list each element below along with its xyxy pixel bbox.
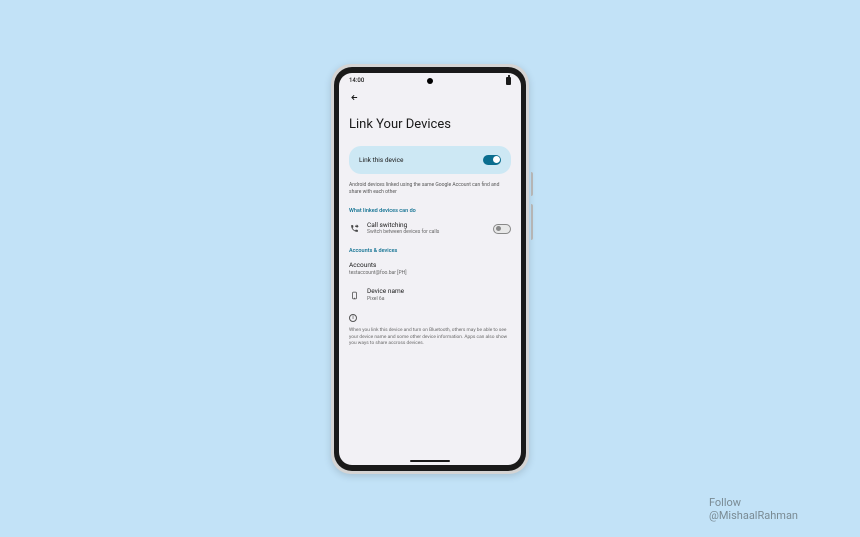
link-device-toggle[interactable] bbox=[483, 155, 501, 165]
call-switching-text: Call switching Switch between devices fo… bbox=[367, 222, 485, 236]
disclaimer-text: When you link this device and turn on Bl… bbox=[349, 328, 511, 347]
status-time: 14:00 bbox=[349, 77, 364, 84]
link-device-label: Link this device bbox=[359, 156, 403, 164]
device-name-title: Device name bbox=[367, 288, 511, 296]
capabilities-header: What linked devices can do bbox=[349, 208, 511, 214]
nav-handle[interactable] bbox=[410, 460, 450, 462]
phone-frame: 14:00 Link Your Devices Link this device bbox=[331, 64, 529, 474]
power-button bbox=[531, 172, 533, 196]
credit-text: Follow @MishaalRahman bbox=[709, 496, 798, 524]
header-bar bbox=[339, 87, 521, 107]
volume-button bbox=[531, 204, 533, 240]
camera-hole bbox=[427, 78, 433, 84]
toggle-thumb bbox=[496, 226, 501, 231]
device-name-value: Pixel 6a bbox=[367, 296, 511, 303]
call-switching-subtitle: Switch between devices for calls bbox=[367, 229, 485, 236]
device-name-text: Device name Pixel 6a bbox=[367, 288, 511, 302]
back-arrow-icon bbox=[350, 93, 359, 102]
content-area: Link Your Devices Link this device Andro… bbox=[339, 107, 521, 348]
link-description: Android devices linked using the same Go… bbox=[349, 182, 511, 196]
screen: 14:00 Link Your Devices Link this device bbox=[339, 73, 521, 465]
credit-line2: @MishaalRahman bbox=[709, 509, 798, 523]
credit-line1: Follow bbox=[709, 496, 798, 510]
toggle-thumb bbox=[493, 156, 500, 163]
info-row: i bbox=[349, 314, 511, 322]
device-name-row[interactable]: Device name Pixel 6a bbox=[349, 288, 511, 302]
link-device-card[interactable]: Link this device bbox=[349, 146, 511, 174]
call-switching-title: Call switching bbox=[367, 222, 485, 230]
battery-icon bbox=[506, 77, 511, 85]
accounts-value: testaccount@foo.bar [PH] bbox=[349, 270, 511, 277]
phone-bezel: 14:00 Link Your Devices Link this device bbox=[334, 67, 526, 471]
phone-forward-icon bbox=[349, 224, 359, 234]
accounts-row[interactable]: Accounts testaccount@foo.bar [PH] bbox=[349, 262, 511, 276]
page-title: Link Your Devices bbox=[349, 117, 511, 132]
info-icon: i bbox=[349, 314, 357, 322]
accounts-header: Accounts & devices bbox=[349, 248, 511, 254]
accounts-title: Accounts bbox=[349, 262, 511, 270]
call-switching-toggle[interactable] bbox=[493, 224, 511, 234]
phone-icon bbox=[349, 290, 359, 300]
call-switching-row[interactable]: Call switching Switch between devices fo… bbox=[349, 222, 511, 236]
back-button[interactable] bbox=[349, 93, 359, 103]
